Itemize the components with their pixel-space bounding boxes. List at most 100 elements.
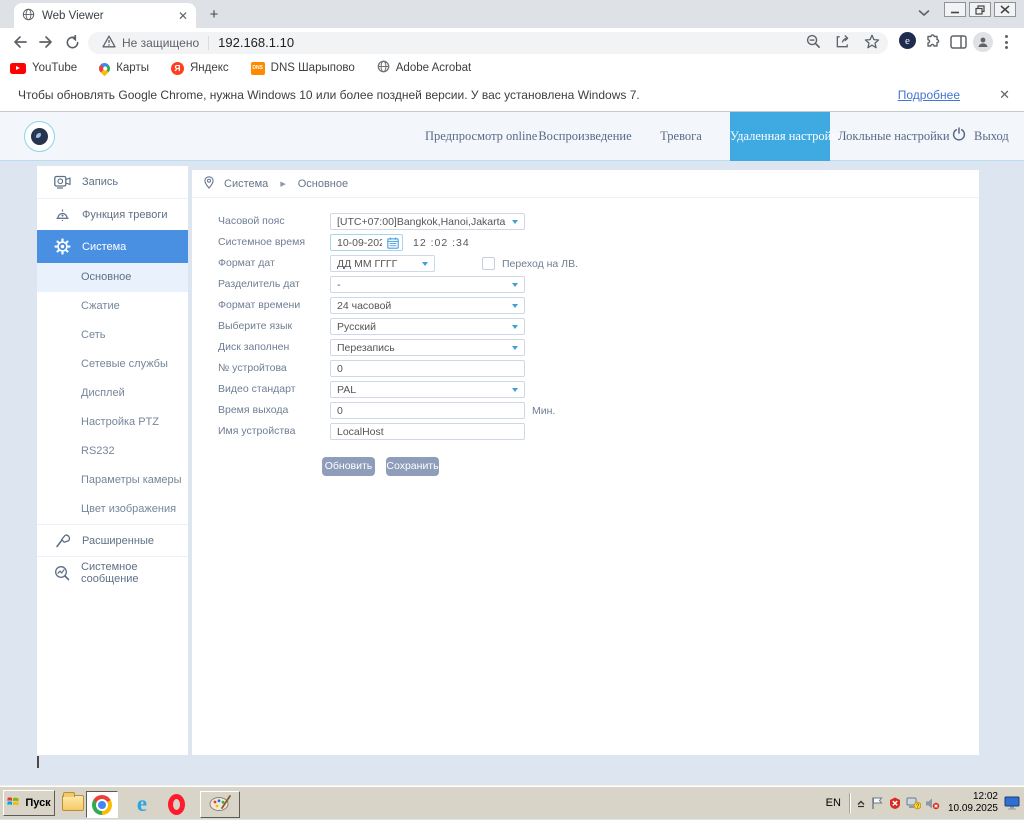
menu-kebab-icon[interactable] xyxy=(1005,35,1008,49)
paint-taskbar-button[interactable] xyxy=(200,791,240,818)
tab-remote-settings[interactable]: Удаленная настройка xyxy=(730,112,830,161)
network-status-icon[interactable]: ? xyxy=(906,796,921,810)
browser-tab[interactable]: Web Viewer ✕ xyxy=(14,3,196,28)
extension-e-icon[interactable]: e xyxy=(899,32,916,49)
tab-playback[interactable]: Воспроизведение xyxy=(537,112,633,160)
refresh-button[interactable]: Обновить xyxy=(322,457,375,476)
logout-button[interactable]: Выход xyxy=(952,112,1009,160)
sidebar-item-advanced[interactable]: Расширенные xyxy=(37,524,188,556)
sidebar-subitem-general[interactable]: Основное xyxy=(37,263,188,292)
sidebar-item-alarm-function[interactable]: Функция тревоги xyxy=(37,198,188,230)
chrome-icon xyxy=(92,795,112,815)
bookmark-label: Карты xyxy=(116,62,149,74)
select-value: Перезапись xyxy=(337,342,395,354)
explorer-icon[interactable] xyxy=(60,791,86,815)
sidebar-subitem-camera-params[interactable]: Параметры камеры xyxy=(37,466,188,495)
taskbar: Пуск e EN ? 12:02 10.09.2025 xyxy=(0,785,1024,819)
system-time-value[interactable]: 12 :02 :34 xyxy=(413,237,470,249)
sidebar-item-system-message[interactable]: Системное сообщение xyxy=(37,556,188,588)
time-format-select[interactable]: 24 часовой xyxy=(330,297,525,314)
security-alert-icon[interactable] xyxy=(888,796,902,810)
sidebar-subitem-compression[interactable]: Сжатие xyxy=(37,292,188,321)
action-center-flag-icon[interactable] xyxy=(870,796,884,810)
maps-pin-icon xyxy=(97,60,113,76)
power-icon xyxy=(952,127,966,145)
field-label: Разделитель дат xyxy=(218,278,328,290)
minimize-button[interactable] xyxy=(944,2,966,17)
form-row-logout-time: Время выхода Мин. xyxy=(192,402,979,419)
infobar-close-icon[interactable]: ✕ xyxy=(999,87,1010,103)
browser-toolbar: Не защищено 192.168.1.10 e xyxy=(0,28,1024,57)
bookmark-star-icon[interactable] xyxy=(864,34,880,52)
tray-clock[interactable]: 12:02 10.09.2025 xyxy=(948,791,998,815)
security-label[interactable]: Не защищено xyxy=(122,36,199,50)
bookmark-acrobat[interactable]: Adobe Acrobat xyxy=(377,60,471,76)
bookmark-maps[interactable]: Карты xyxy=(99,62,149,74)
sidebar-subitem-rs232[interactable]: RS232 xyxy=(37,437,188,466)
save-button[interactable]: Сохранить xyxy=(386,457,439,476)
disk-full-select[interactable]: Перезапись xyxy=(330,339,525,356)
address-bar[interactable]: Не защищено 192.168.1.10 xyxy=(88,32,888,54)
sidebar-item-label: Запись xyxy=(82,176,118,188)
start-button[interactable]: Пуск xyxy=(3,790,55,816)
extension-letter: e xyxy=(899,32,916,49)
calendar-icon[interactable] xyxy=(387,237,399,252)
extensions-puzzle-icon[interactable] xyxy=(925,34,941,50)
form-row-language: Выберите язык Русский xyxy=(192,318,979,335)
tab-preview-online[interactable]: Предпросмотр online xyxy=(425,112,537,160)
tab-local-settings[interactable]: Локльные настройки xyxy=(838,112,938,160)
sidebar-item-system[interactable]: Система xyxy=(37,230,188,263)
sidebar-item-record[interactable]: Запись xyxy=(37,166,188,198)
gear-icon xyxy=(54,238,71,255)
device-name-input[interactable] xyxy=(330,423,525,440)
zoom-icon[interactable] xyxy=(806,34,821,52)
reload-icon[interactable] xyxy=(62,32,82,52)
video-standard-select[interactable]: PAL xyxy=(330,381,525,398)
timezone-select[interactable]: [UTC+07:00]Bangkok,Hanoi,Jakarta xyxy=(330,213,525,230)
show-desktop-icon[interactable] xyxy=(1004,796,1020,810)
form-row-device-name: Имя устройства xyxy=(192,423,979,440)
share-icon[interactable] xyxy=(835,34,850,52)
sidebar-subitem-ptz[interactable]: Настройка PTZ xyxy=(37,408,188,437)
infobar-details-link[interactable]: Подробнее xyxy=(898,88,960,102)
form-row-time-format: Формат времени 24 часовой xyxy=(192,297,979,314)
bookmark-yandex[interactable]: Я Яндекс xyxy=(171,62,229,75)
bookmark-dns[interactable]: DNS DNS Шарыпово xyxy=(251,62,355,75)
close-button[interactable] xyxy=(994,2,1016,17)
forward-icon[interactable] xyxy=(36,32,56,52)
sidebar-subitem-image-color[interactable]: Цвет изображения xyxy=(37,495,188,524)
side-panel-icon[interactable] xyxy=(950,35,967,49)
sidebar-subitem-network[interactable]: Сеть xyxy=(37,321,188,350)
logout-time-input[interactable] xyxy=(330,402,525,419)
camera-icon xyxy=(54,175,71,189)
sidebar-subitem-display[interactable]: Дисплей xyxy=(37,379,188,408)
back-icon[interactable] xyxy=(10,32,30,52)
tab-close-icon[interactable]: ✕ xyxy=(178,10,188,22)
chrome-taskbar-button[interactable] xyxy=(86,791,118,818)
volume-muted-icon[interactable] xyxy=(925,797,940,810)
globe-icon xyxy=(377,60,390,76)
chrome-infobar: Чтобы обновлять Google Chrome, нужна Win… xyxy=(0,79,1024,112)
restore-button[interactable] xyxy=(969,2,991,17)
opera-icon[interactable] xyxy=(162,791,190,817)
language-indicator[interactable]: EN xyxy=(826,797,841,809)
chevron-down-icon[interactable] xyxy=(918,6,930,20)
dst-checkbox[interactable] xyxy=(482,257,495,270)
form-row-device-no: № устройтова xyxy=(192,360,979,377)
infobar-message: Чтобы обновлять Google Chrome, нужна Win… xyxy=(18,88,640,102)
paint-icon xyxy=(208,794,232,815)
breadcrumb-section[interactable]: Система xyxy=(224,178,268,190)
date-format-select[interactable]: ДД ММ ГГГГ xyxy=(330,255,435,272)
profile-avatar[interactable] xyxy=(973,32,993,52)
url-text[interactable]: 192.168.1.10 xyxy=(218,35,294,50)
language-select[interactable]: Русский xyxy=(330,318,525,335)
bookmark-youtube[interactable]: YouTube xyxy=(10,62,77,74)
new-tab-button[interactable]: + xyxy=(206,7,222,23)
date-separator-select[interactable]: - xyxy=(330,276,525,293)
device-number-input[interactable] xyxy=(330,360,525,377)
sidebar-subitem-net-services[interactable]: Сетевые службы xyxy=(37,350,188,379)
yandex-icon: Я xyxy=(171,62,184,75)
show-hidden-icons-chevron[interactable] xyxy=(856,797,866,809)
internet-explorer-icon[interactable]: e xyxy=(128,791,156,817)
tab-alarm[interactable]: Тревога xyxy=(648,112,714,160)
